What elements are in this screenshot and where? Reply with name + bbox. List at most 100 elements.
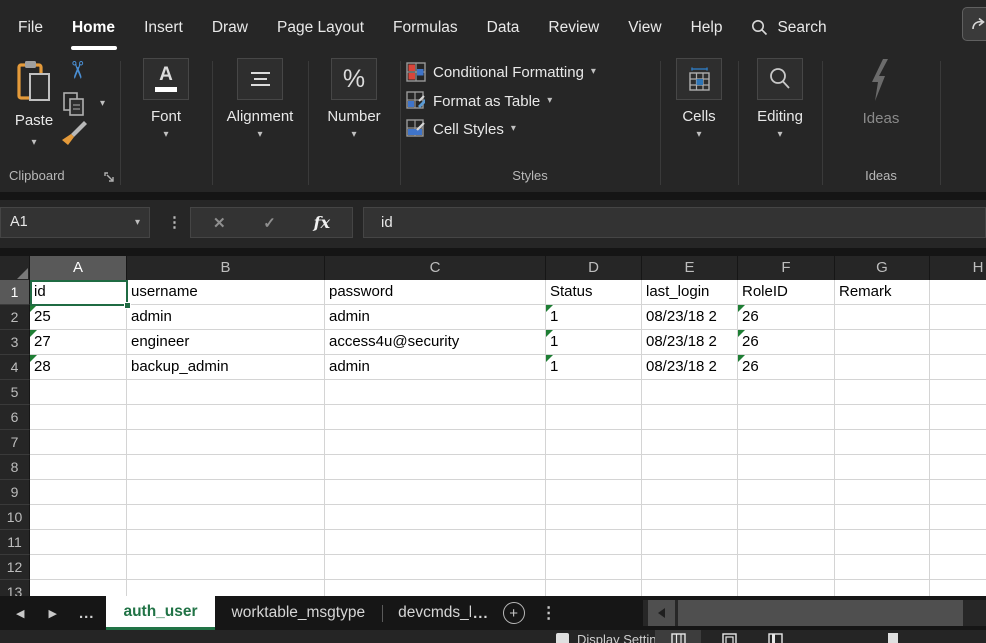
cell-A1[interactable]: id (30, 280, 127, 305)
cell-A3[interactable]: 27 (30, 330, 127, 355)
row-header-9[interactable]: 9 (0, 480, 30, 505)
cell-B7[interactable] (127, 430, 325, 455)
cell-C13[interactable] (325, 580, 546, 596)
cell-E5[interactable] (642, 380, 738, 405)
column-header-C[interactable]: C (325, 256, 546, 280)
cell-E7[interactable] (642, 430, 738, 455)
menu-item-file[interactable]: File (18, 0, 43, 55)
cell-E3[interactable]: 08/23/18 2 (642, 330, 738, 355)
zoom-slider-handle[interactable] (888, 633, 898, 643)
cell-F4[interactable]: 26 (738, 355, 835, 380)
share-button[interactable] (962, 7, 986, 41)
row-header-2[interactable]: 2 (0, 305, 30, 330)
cell-D10[interactable] (546, 505, 642, 530)
cell-A5[interactable] (30, 380, 127, 405)
cell-C11[interactable] (325, 530, 546, 555)
column-header-D[interactable]: D (546, 256, 642, 280)
formula-input[interactable]: id (363, 207, 986, 238)
cell-A13[interactable] (30, 580, 127, 596)
cell-G6[interactable] (835, 405, 930, 430)
cell-G1[interactable]: Remark (835, 280, 930, 305)
conditional-formatting-button[interactable]: Conditional Formatting ▾ (406, 61, 596, 83)
menu-item-help[interactable]: Help (691, 0, 723, 55)
more-sheets-indicator[interactable]: ... (79, 605, 95, 622)
cell-C3[interactable]: access4u@security (325, 330, 546, 355)
previous-sheet-arrow-icon[interactable]: ◀ (16, 607, 24, 620)
cell-C8[interactable] (325, 455, 546, 480)
cell-D2[interactable]: 1 (546, 305, 642, 330)
clipboard-dialog-launcher-icon[interactable] (104, 170, 115, 188)
cell-A8[interactable] (30, 455, 127, 480)
row-header-10[interactable]: 10 (0, 505, 30, 530)
page-break-view-button[interactable] (752, 630, 798, 643)
cell-E4[interactable]: 08/23/18 2 (642, 355, 738, 380)
format-painter-button[interactable] (60, 119, 88, 152)
column-header-G[interactable]: G (835, 256, 930, 280)
cancel-icon[interactable]: ✕ (213, 214, 226, 232)
cell-H6[interactable] (930, 405, 986, 430)
font-group-button[interactable]: A Font ▾ (120, 58, 212, 140)
cell-D5[interactable] (546, 380, 642, 405)
cell-H11[interactable] (930, 530, 986, 555)
column-header-B[interactable]: B (127, 256, 325, 280)
cell-F8[interactable] (738, 455, 835, 480)
add-sheet-button[interactable]: + (503, 602, 525, 624)
cell-B2[interactable]: admin (127, 305, 325, 330)
ideas-button[interactable]: Ideas (822, 58, 940, 127)
row-header-1[interactable]: 1 (0, 280, 30, 305)
copy-button[interactable] (62, 91, 87, 122)
cell-F5[interactable] (738, 380, 835, 405)
alignment-dropdown-caret[interactable]: ▾ (212, 130, 308, 140)
column-header-F[interactable]: F (738, 256, 835, 280)
column-header-E[interactable]: E (642, 256, 738, 280)
cell-D6[interactable] (546, 405, 642, 430)
cell-D13[interactable] (546, 580, 642, 596)
cell-C4[interactable]: admin (325, 355, 546, 380)
sheet-tab-devcmds[interactable]: devcmds_ba (383, 596, 471, 630)
name-box[interactable]: A1 ▾ (0, 207, 150, 238)
cell-G5[interactable] (835, 380, 930, 405)
cell-B6[interactable] (127, 405, 325, 430)
name-box-caret[interactable]: ▾ (135, 218, 140, 228)
horizontal-scrollbar-thumb[interactable] (678, 600, 963, 626)
cell-A9[interactable] (30, 480, 127, 505)
menu-item-view[interactable]: View (628, 0, 661, 55)
cell-F12[interactable] (738, 555, 835, 580)
cell-G8[interactable] (835, 455, 930, 480)
formula-bar-dots-icon[interactable]: ⋮ (167, 207, 182, 238)
menu-item-insert[interactable]: Insert (144, 0, 183, 55)
cell-F9[interactable] (738, 480, 835, 505)
cell-C10[interactable] (325, 505, 546, 530)
cell-F10[interactable] (738, 505, 835, 530)
cell-B5[interactable] (127, 380, 325, 405)
cell-G9[interactable] (835, 480, 930, 505)
menu-item-formulas[interactable]: Formulas (393, 0, 458, 55)
copy-dropdown-caret[interactable]: ▾ (100, 99, 105, 109)
paste-dropdown-caret[interactable]: ▾ (8, 138, 60, 148)
cell-A11[interactable] (30, 530, 127, 555)
normal-view-button[interactable] (655, 630, 701, 643)
number-dropdown-caret[interactable]: ▾ (308, 130, 400, 140)
editing-dropdown-caret[interactable]: ▾ (738, 130, 822, 140)
number-group-button[interactable]: % Number ▾ (308, 58, 400, 140)
cell-A6[interactable] (30, 405, 127, 430)
cell-H8[interactable] (930, 455, 986, 480)
next-sheet-arrow-icon[interactable]: ▶ (48, 607, 56, 620)
cell-D4[interactable]: 1 (546, 355, 642, 380)
cell-styles-button[interactable]: Cell Styles ▾ (406, 118, 516, 140)
cell-G11[interactable] (835, 530, 930, 555)
select-all-corner[interactable] (0, 256, 30, 280)
cell-G4[interactable] (835, 355, 930, 380)
cells-group-button[interactable]: Cells ▾ (660, 58, 738, 140)
cell-E6[interactable] (642, 405, 738, 430)
row-header-8[interactable]: 8 (0, 455, 30, 480)
cell-H12[interactable] (930, 555, 986, 580)
cell-F13[interactable] (738, 580, 835, 596)
cell-C9[interactable] (325, 480, 546, 505)
cell-D8[interactable] (546, 455, 642, 480)
cell-D7[interactable] (546, 430, 642, 455)
sheet-options-dots-icon[interactable]: ⋮ (541, 603, 557, 623)
cell-B4[interactable]: backup_admin (127, 355, 325, 380)
page-layout-view-button[interactable] (706, 630, 752, 643)
cell-B3[interactable]: engineer (127, 330, 325, 355)
